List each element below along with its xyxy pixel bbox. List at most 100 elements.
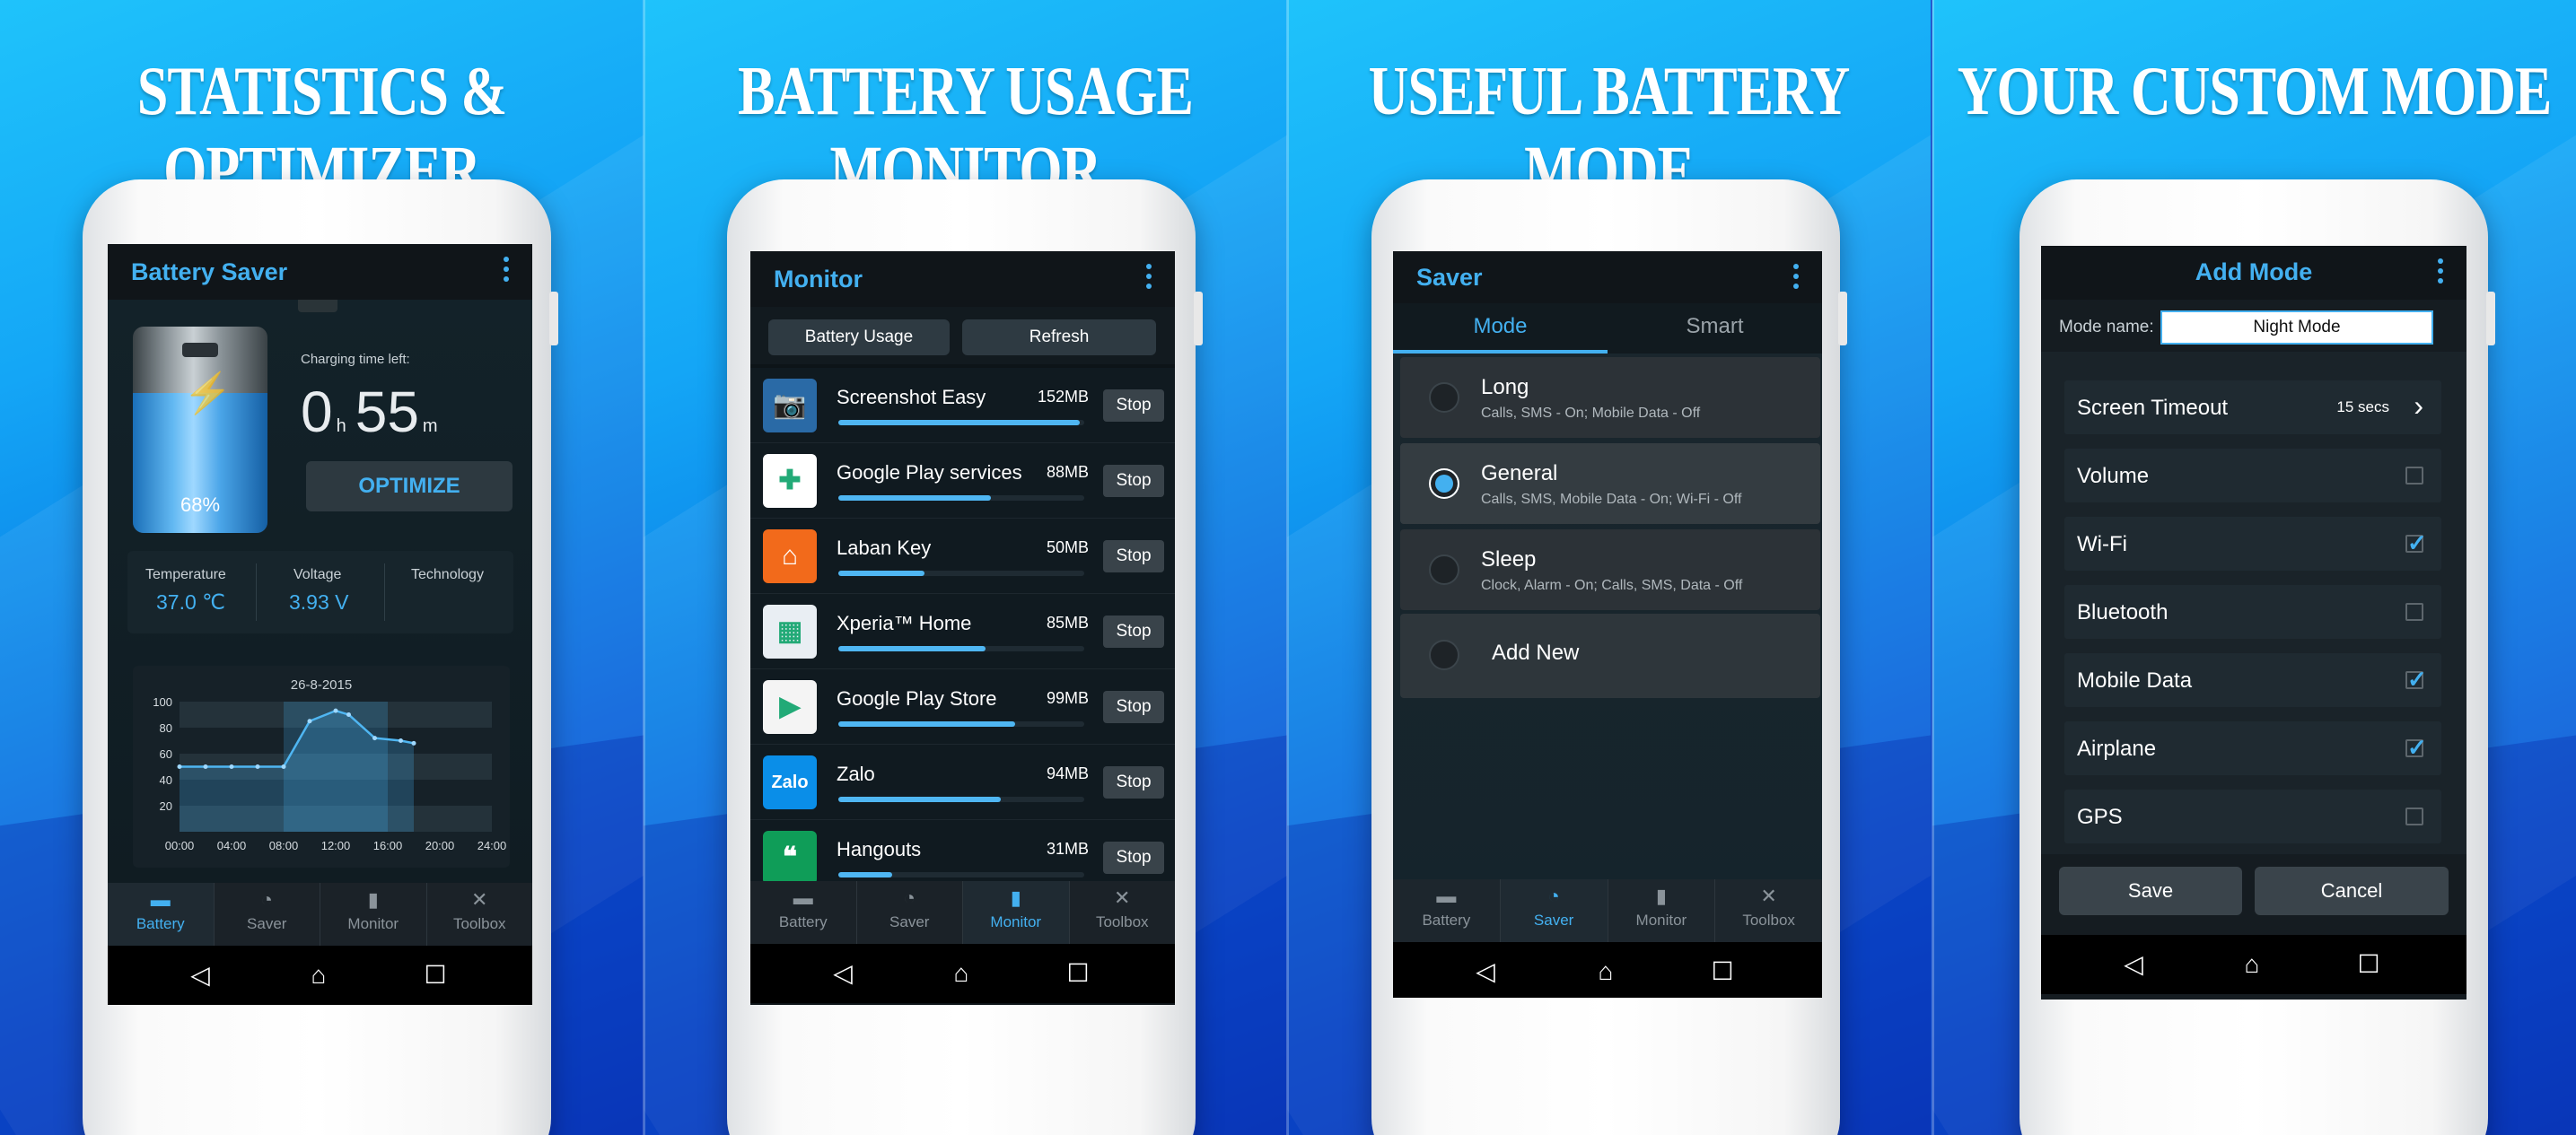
option-checkbox[interactable]: [2405, 603, 2423, 621]
refresh-button[interactable]: Refresh: [962, 319, 1156, 355]
add-new-mode[interactable]: Add New: [1400, 614, 1820, 698]
mode-radio[interactable]: [1429, 468, 1459, 499]
battery-usage-button[interactable]: Battery Usage: [768, 319, 950, 355]
recents-icon[interactable]: ☐: [1065, 960, 1091, 987]
tab-saver[interactable]: ◔ Saver: [857, 881, 963, 944]
overflow-menu-icon[interactable]: [2438, 258, 2443, 284]
data-point: [411, 740, 416, 746]
option-row[interactable]: Mobile Data: [2064, 653, 2441, 707]
lightning-icon: ⚡: [183, 371, 232, 415]
app-name: Google Play services: [837, 461, 1022, 484]
x-tick-label: 16:00: [373, 839, 403, 852]
stop-button[interactable]: Stop: [1103, 691, 1164, 723]
x-tick-label: 08:00: [269, 839, 299, 852]
mode-card[interactable]: Sleep Clock, Alarm - On; Calls, SMS, Data…: [1400, 529, 1820, 610]
usage-bar: [838, 495, 1084, 501]
back-icon[interactable]: ◁: [829, 960, 856, 987]
app-name: Zalo: [837, 763, 875, 785]
bottom-tabs: ▬ Battery ◔ Saver ▮ Monitor ✕ Toolbox: [750, 881, 1175, 944]
tab-monitor[interactable]: ▮ Monitor: [320, 883, 427, 946]
option-row[interactable]: Wi-Fi: [2064, 517, 2441, 571]
option-label: Volume: [2077, 464, 2150, 488]
optimize-button[interactable]: OPTIMIZE: [306, 461, 513, 511]
recents-icon[interactable]: ☐: [422, 962, 449, 989]
stop-button[interactable]: Stop: [1103, 842, 1164, 874]
option-row[interactable]: Airplane: [2064, 721, 2441, 775]
y-tick-label: 60: [160, 747, 172, 761]
tab-smart[interactable]: Smart: [1608, 303, 1822, 354]
option-row[interactable]: GPS: [2064, 790, 2441, 843]
android-nav-bar: ◁ ⌂ ☐: [1393, 942, 1822, 998]
overflow-menu-icon[interactable]: [1146, 264, 1152, 289]
usage-bar: [838, 872, 1084, 877]
recents-icon[interactable]: ☐: [1709, 958, 1736, 985]
data-point: [307, 719, 312, 724]
app-title: Saver: [1416, 264, 1483, 291]
home-icon[interactable]: ⌂: [948, 960, 975, 987]
tab-toolbox[interactable]: ✕ Toolbox: [427, 883, 533, 946]
back-icon[interactable]: ◁: [187, 962, 214, 989]
app-bar: Add Mode: [2041, 246, 2466, 300]
tab-battery[interactable]: ▬ Battery: [1393, 879, 1501, 942]
tab-monitor[interactable]: ▮ Monitor: [1608, 879, 1716, 942]
app-size: 94MB: [1046, 764, 1089, 782]
option-checkbox[interactable]: [2405, 666, 2427, 694]
overflow-menu-icon[interactable]: [504, 257, 509, 282]
y-tick-label: 80: [160, 721, 172, 735]
add-new-radio: [1429, 640, 1459, 670]
options-list: Screen Timeout 15 secs › Volume Wi-Fi Blue…: [2041, 352, 2466, 854]
option-row[interactable]: Volume: [2064, 449, 2441, 502]
option-checkbox[interactable]: [2405, 529, 2427, 557]
mode-name-label: Mode name:: [2059, 318, 2154, 336]
mode-radio[interactable]: [1429, 382, 1459, 413]
stop-button[interactable]: Stop: [1103, 616, 1164, 648]
tools-icon: ✕: [471, 888, 488, 911]
back-icon[interactable]: ◁: [1472, 958, 1499, 985]
app-size: 31MB: [1046, 840, 1089, 858]
tab-battery[interactable]: ▬ Battery: [108, 883, 215, 946]
mode-card[interactable]: Long Calls, SMS - On; Mobile Data - Off: [1400, 357, 1820, 438]
stop-button[interactable]: Stop: [1103, 540, 1164, 572]
chevron-right-icon: ›: [2414, 389, 2423, 422]
voltage-value: 3.93 V: [289, 590, 349, 614]
save-button[interactable]: Save: [2059, 867, 2242, 915]
screen-timeout-row[interactable]: Screen Timeout 15 secs ›: [2064, 380, 2441, 434]
cancel-button[interactable]: Cancel: [2255, 867, 2449, 915]
tab-monitor[interactable]: ▮ Monitor: [963, 881, 1070, 944]
battery-graphic: ⚡ 68%: [133, 327, 267, 533]
stop-button[interactable]: Stop: [1103, 766, 1164, 799]
battery-icon: ▬: [793, 886, 813, 909]
mode-card[interactable]: General Calls, SMS, Mobile Data - On; Wi-…: [1400, 443, 1820, 524]
tab-mode[interactable]: Mode: [1393, 303, 1608, 354]
home-icon[interactable]: ⌂: [305, 962, 332, 989]
app-title: Battery Saver: [131, 258, 288, 285]
tab-battery[interactable]: ▬ Battery: [750, 881, 857, 944]
x-tick-label: 12:00: [321, 839, 351, 852]
technology-label: Technology: [411, 567, 484, 582]
battery-icon: ▬: [1436, 885, 1457, 907]
home-icon[interactable]: ⌂: [2239, 951, 2265, 978]
tab-toolbox[interactable]: ✕ Toolbox: [1070, 881, 1176, 944]
option-checkbox[interactable]: [2405, 808, 2423, 825]
mode-name: Long: [1481, 375, 1529, 399]
option-row[interactable]: Bluetooth: [2064, 585, 2441, 639]
list-item: ⌂ Laban Key 50MB Stop: [750, 519, 1175, 594]
stop-button[interactable]: Stop: [1103, 465, 1164, 497]
mode-name-input[interactable]: [2160, 310, 2433, 345]
tab-toolbox[interactable]: ✕ Toolbox: [1715, 879, 1822, 942]
mode-radio[interactable]: [1429, 554, 1459, 585]
recents-icon[interactable]: ☐: [2355, 951, 2382, 978]
tools-icon: ✕: [1760, 885, 1777, 907]
tab-saver[interactable]: ◔ Saver: [1500, 879, 1608, 942]
home-icon[interactable]: ⌂: [1592, 958, 1619, 985]
app-title: Monitor: [774, 266, 863, 292]
usage-bar: [838, 721, 1084, 727]
gauge-icon: ◔: [1547, 885, 1560, 907]
tab-saver[interactable]: ◔ Saver: [215, 883, 320, 946]
app-bar: Battery Saver: [108, 244, 532, 300]
option-checkbox[interactable]: [2405, 467, 2423, 485]
overflow-menu-icon[interactable]: [1793, 264, 1799, 289]
stop-button[interactable]: Stop: [1103, 389, 1164, 422]
back-icon[interactable]: ◁: [2120, 951, 2147, 978]
option-checkbox[interactable]: [2405, 734, 2427, 762]
